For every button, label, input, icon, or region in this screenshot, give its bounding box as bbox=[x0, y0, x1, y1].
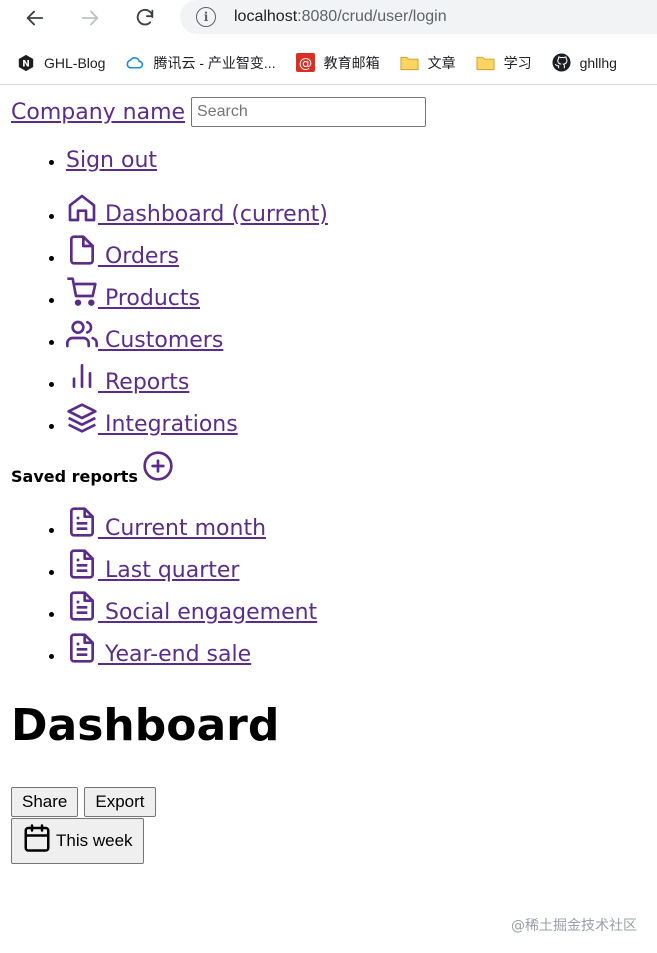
saved-report-link[interactable]: Last quarter bbox=[66, 549, 240, 583]
saved-report-link[interactable]: Social engagement bbox=[66, 591, 318, 625]
arrow-right-icon bbox=[81, 10, 99, 26]
sidebar-item-dashboard: Dashboard (current) bbox=[66, 192, 646, 234]
share-button[interactable]: Share bbox=[11, 787, 79, 817]
home-icon bbox=[68, 194, 96, 222]
sidebar-link-orders[interactable]: Orders bbox=[66, 235, 179, 269]
mail-at-icon: @ bbox=[295, 53, 315, 72]
site-info-icon[interactable]: i bbox=[196, 7, 216, 27]
bookmark-label: 腾讯云 - 产业智变... bbox=[153, 54, 276, 71]
bookmark-label: ghllhg bbox=[579, 54, 617, 71]
sidebar-link-reports[interactable]: Reports bbox=[66, 364, 190, 395]
plus-circle-icon bbox=[143, 451, 173, 481]
bookmark-ghl-blog[interactable]: N GHL-Blog bbox=[16, 53, 105, 72]
sidebar-link-products[interactable]: Products bbox=[66, 277, 200, 311]
bookmark-label: 文章 bbox=[427, 54, 456, 71]
bookmark-github[interactable]: ghllhg bbox=[552, 53, 617, 72]
export-button[interactable]: Export bbox=[84, 787, 156, 817]
sidebar-item-label: Integrations bbox=[98, 412, 238, 437]
reload-button[interactable] bbox=[128, 1, 162, 35]
sidebar-link-customers[interactable]: Customers bbox=[66, 320, 224, 353]
bookmark-label: 教育邮箱 bbox=[323, 54, 380, 71]
company-name-link[interactable]: Company name bbox=[11, 100, 185, 125]
layers-icon bbox=[67, 403, 97, 433]
saved-report-label: Current month bbox=[98, 516, 267, 541]
sidebar-item-products: Products bbox=[66, 276, 646, 318]
bookmark-label: 学习 bbox=[503, 54, 532, 71]
add-report-button[interactable] bbox=[138, 451, 174, 486]
saved-reports-list: Current month Last quarter Social engage… bbox=[11, 506, 646, 674]
sign-out-link[interactable]: Sign out bbox=[66, 148, 157, 173]
saved-report-label: Social engagement bbox=[98, 600, 318, 625]
file-text-icon bbox=[70, 591, 94, 621]
n-logo-icon: N bbox=[16, 53, 35, 72]
sidebar-link-integrations[interactable]: Integrations bbox=[66, 403, 238, 437]
bookmark-folder-study[interactable]: 学习 bbox=[476, 53, 532, 73]
this-week-dropdown[interactable]: This week bbox=[11, 818, 144, 864]
svg-text:N: N bbox=[22, 59, 30, 69]
watermark: @稀土掘金技术社区 bbox=[511, 918, 637, 934]
user-menu: Sign out bbox=[11, 141, 646, 180]
page-content: Company name Sign out Dashboard (current… bbox=[0, 97, 657, 864]
file-icon bbox=[70, 235, 94, 265]
saved-report-label: Last quarter bbox=[98, 558, 240, 583]
saved-reports-title: Saved reports bbox=[11, 466, 138, 486]
file-text-icon bbox=[70, 633, 94, 663]
back-button[interactable] bbox=[18, 1, 52, 35]
file-text-icon bbox=[70, 507, 94, 537]
saved-report-item: Year-end sale bbox=[66, 632, 646, 674]
folder-icon bbox=[400, 53, 419, 72]
saved-report-link[interactable]: Year-end sale bbox=[66, 633, 252, 667]
saved-report-link[interactable]: Current month bbox=[66, 507, 267, 541]
address-bar[interactable]: i localhost:8080/crud/user/login bbox=[180, 0, 657, 34]
saved-report-item: Social engagement bbox=[66, 590, 646, 632]
search-input[interactable] bbox=[191, 97, 427, 127]
sidebar-nav: Dashboard (current) Orders Products Cust… bbox=[11, 192, 646, 444]
sidebar-item-reports: Reports bbox=[66, 360, 646, 402]
url-host: localhost bbox=[234, 8, 298, 25]
sidebar-item-label: Customers bbox=[98, 328, 224, 353]
folder-icon bbox=[476, 53, 495, 72]
saved-report-item: Last quarter bbox=[66, 548, 646, 590]
action-toolbar: Share Export bbox=[11, 787, 646, 817]
bookmark-folder-articles[interactable]: 文章 bbox=[400, 53, 456, 73]
header-row: Company name bbox=[11, 97, 646, 127]
page-title: Dashboard bbox=[11, 700, 280, 751]
github-icon bbox=[552, 53, 571, 72]
svg-text:@: @ bbox=[298, 56, 311, 71]
sidebar-item-label: Reports bbox=[98, 370, 190, 395]
sidebar-item-label: Dashboard (current) bbox=[98, 202, 328, 227]
sidebar-item-label: Products bbox=[98, 286, 200, 311]
url-path: :8080/crud/user/login bbox=[297, 8, 447, 25]
bookmark-label: GHL-Blog bbox=[44, 54, 106, 71]
reload-icon bbox=[136, 8, 154, 26]
bookmarks-bar: N GHL-Blog 腾讯云 - 产业智变... @ 教育邮箱 文章 学习 gh… bbox=[0, 41, 657, 85]
saved-report-label: Year-end sale bbox=[98, 642, 252, 667]
sidebar-item-customers: Customers bbox=[66, 318, 646, 360]
users-icon bbox=[66, 320, 98, 348]
calendar-icon bbox=[24, 824, 50, 852]
bookmark-tencent-cloud[interactable]: 腾讯云 - 产业智变... bbox=[125, 53, 276, 73]
shopping-cart-icon bbox=[67, 277, 97, 306]
this-week-label: This week bbox=[56, 831, 133, 850]
sidebar-item-integrations: Integrations bbox=[66, 402, 646, 444]
sidebar-item-label: Orders bbox=[98, 244, 179, 269]
sidebar-item-orders: Orders bbox=[66, 234, 646, 276]
bookmark-edu-mail[interactable]: @ 教育邮箱 bbox=[295, 53, 380, 73]
sidebar-link-dashboard[interactable]: Dashboard (current) bbox=[66, 194, 328, 227]
saved-reports-heading: Saved reports bbox=[11, 451, 646, 486]
list-item: Sign out bbox=[66, 141, 646, 180]
browser-toolbar: i localhost:8080/crud/user/login bbox=[0, 0, 657, 36]
file-text-icon bbox=[70, 549, 94, 579]
saved-report-item: Current month bbox=[66, 506, 646, 548]
tencent-cloud-icon bbox=[125, 53, 144, 72]
forward-button[interactable] bbox=[73, 1, 107, 35]
arrow-left-icon bbox=[26, 10, 44, 26]
bar-chart-icon bbox=[72, 364, 92, 388]
